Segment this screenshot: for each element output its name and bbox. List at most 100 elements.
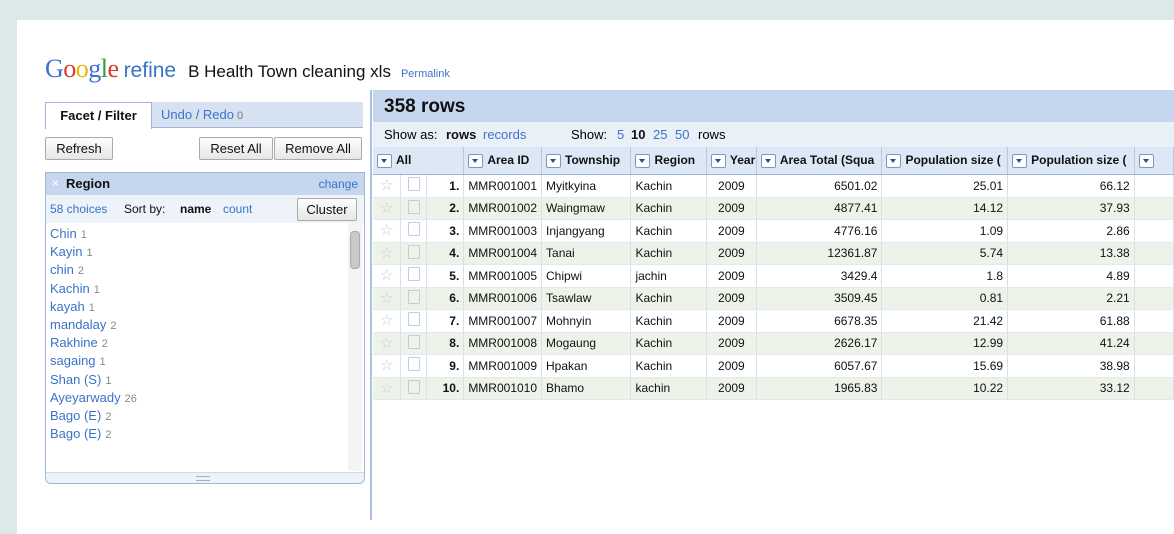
cell-population-size-1[interactable]: 0.81 [881,287,1009,310]
project-title[interactable]: B Health Town cleaning xls [188,62,391,82]
cell-township[interactable]: Myitkyina [541,174,632,198]
cell-area-total[interactable]: 4776.16 [756,219,883,243]
cell-population-size-2[interactable]: 33.12 [1007,377,1135,400]
column-header-area-total[interactable]: Area Total (Squa [756,147,883,175]
dropdown-arrow-icon[interactable] [635,153,651,168]
cell-area-id[interactable]: MMR001006 [463,287,543,310]
permalink-link[interactable]: Permalink [401,68,450,80]
cell-year[interactable]: 2009 [706,219,757,243]
panel-divider[interactable] [370,90,372,520]
dropdown-arrow-icon[interactable] [710,153,726,168]
cell-population-size-1[interactable]: 1.09 [881,219,1009,243]
page-size-50[interactable]: 50 [675,127,689,142]
facet-choice-name[interactable]: Chin [50,226,77,241]
cell-year[interactable]: 2009 [706,332,757,355]
cell-area-id[interactable]: MMR001002 [463,197,543,220]
cell-next[interactable] [1134,354,1174,378]
cell-area-total[interactable]: 4877.41 [756,197,883,220]
star-icon[interactable]: ☆ [373,242,402,265]
cell-area-id[interactable]: MMR001004 [463,242,543,265]
cell-year[interactable]: 2009 [706,242,757,265]
facet-choice-name[interactable]: Rakhine [50,335,98,350]
facet-choice-name[interactable]: chin [50,262,74,277]
page-size-25[interactable]: 25 [653,127,667,142]
cell-population-size-1[interactable]: 14.12 [881,197,1009,220]
cluster-button[interactable]: Cluster [297,198,357,221]
star-icon[interactable]: ☆ [373,287,402,310]
facet-choice[interactable]: chin 2 [50,261,346,279]
column-header-region[interactable]: Region [630,147,707,175]
flag-icon[interactable] [400,354,427,378]
cell-population-size-1[interactable]: 15.69 [881,354,1009,378]
cell-year[interactable]: 2009 [706,377,757,400]
cell-population-size-2[interactable]: 2.86 [1007,219,1135,243]
cell-region[interactable]: Kachin [630,354,707,378]
cell-area-id[interactable]: MMR001005 [463,264,543,288]
cell-township[interactable]: Injangyang [541,219,632,243]
flag-icon[interactable] [400,219,427,243]
column-header-area-id[interactable]: Area ID [463,147,543,175]
reset-all-button[interactable]: Reset All [199,137,273,160]
cell-next[interactable] [1134,332,1174,355]
facet-change-link[interactable]: change [319,177,358,191]
star-icon[interactable]: ☆ [373,197,402,220]
cell-population-size-2[interactable]: 41.24 [1007,332,1135,355]
facet-choice-name[interactable]: Kachin [50,281,90,296]
cell-next[interactable] [1134,377,1174,400]
sort-by-count-link[interactable]: count [223,202,252,216]
cell-area-id[interactable]: MMR001007 [463,309,543,333]
star-icon[interactable]: ☆ [373,174,402,198]
facet-choice-name[interactable]: mandalay [50,317,106,332]
flag-icon[interactable] [400,287,427,310]
cell-area-total[interactable]: 3509.45 [756,287,883,310]
facet-scrollbar[interactable] [348,223,362,471]
flag-icon[interactable] [400,174,427,198]
cell-area-total[interactable]: 12361.87 [756,242,883,265]
star-icon[interactable]: ☆ [373,332,402,355]
cell-region[interactable]: jachin [630,264,707,288]
cell-region[interactable]: Kachin [630,287,707,310]
scrollbar-thumb[interactable] [350,231,360,269]
sort-by-name[interactable]: name [180,202,211,216]
cell-population-size-2[interactable]: 37.93 [1007,197,1135,220]
facet-choice-name[interactable]: Kayin [50,244,83,259]
choices-count-link[interactable]: 58 choices [50,202,107,216]
cell-region[interactable]: Kachin [630,332,707,355]
show-as-records-link[interactable]: records [483,127,526,142]
cell-region[interactable]: Kachin [630,197,707,220]
cell-township[interactable]: Waingmaw [541,197,632,220]
close-icon[interactable]: × [52,176,59,190]
cell-population-size-1[interactable]: 12.99 [881,332,1009,355]
column-header-all[interactable]: All [373,147,465,175]
column-header-population-size-1[interactable]: Population size ( [881,147,1009,175]
dropdown-arrow-icon[interactable] [1012,153,1028,168]
cell-year[interactable]: 2009 [706,174,757,198]
cell-area-id[interactable]: MMR001003 [463,219,543,243]
cell-year[interactable]: 2009 [706,287,757,310]
facet-choice[interactable]: mandalay 2 [50,316,346,334]
show-as-rows[interactable]: rows [446,127,476,142]
cell-next[interactable] [1134,242,1174,265]
cell-population-size-2[interactable]: 13.38 [1007,242,1135,265]
cell-next[interactable] [1134,309,1174,333]
cell-area-id[interactable]: MMR001010 [463,377,543,400]
cell-area-total[interactable]: 2626.17 [756,332,883,355]
cell-next[interactable] [1134,264,1174,288]
cell-area-total[interactable]: 1965.83 [756,377,883,400]
star-icon[interactable]: ☆ [373,219,402,243]
column-header-population-size-2[interactable]: Population size ( [1007,147,1135,175]
column-header-year[interactable]: Year [706,147,757,175]
facet-resize-handle[interactable] [46,472,364,483]
remove-all-button[interactable]: Remove All [274,137,362,160]
cell-population-size-1[interactable]: 21.42 [881,309,1009,333]
facet-choice[interactable]: Rakhine 2 [50,334,346,352]
cell-township[interactable]: Chipwi [541,264,632,288]
cell-area-id[interactable]: MMR001009 [463,354,543,378]
cell-population-size-1[interactable]: 10.22 [881,377,1009,400]
cell-population-size-1[interactable]: 1.8 [881,264,1009,288]
flag-icon[interactable] [400,242,427,265]
star-icon[interactable]: ☆ [373,377,402,400]
cell-population-size-2[interactable]: 38.98 [1007,354,1135,378]
facet-choice-name[interactable]: sagaing [50,353,96,368]
facet-choice[interactable]: sagaing 1 [50,352,346,370]
